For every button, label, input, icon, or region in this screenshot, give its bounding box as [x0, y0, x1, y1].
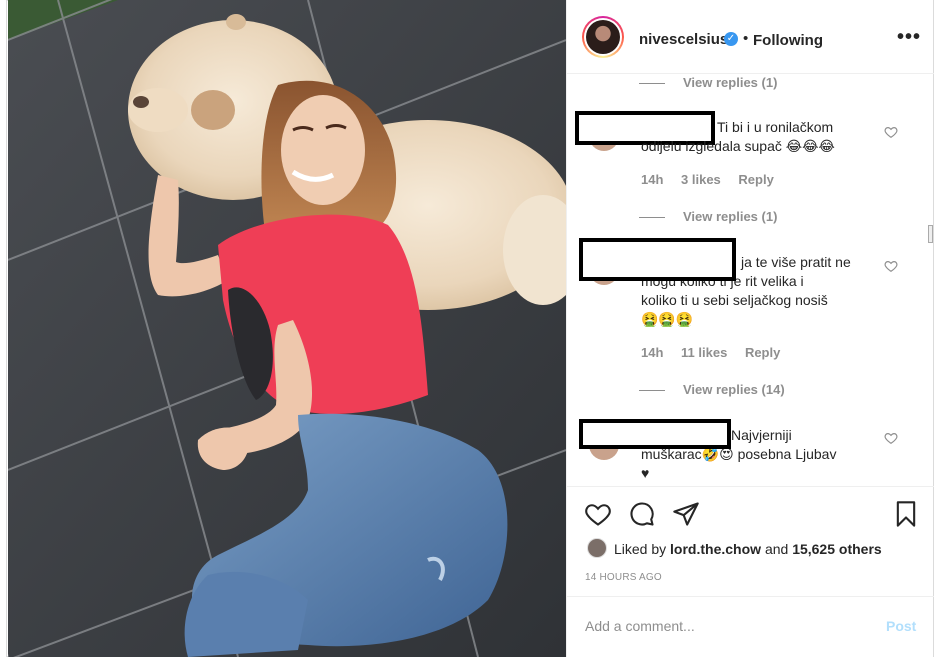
scrollbar-handle[interactable] [928, 225, 933, 243]
liked-by-user[interactable]: lord.the.chow [670, 541, 761, 557]
comment-reply-button[interactable]: Reply [738, 172, 773, 187]
post-photo-illustration [8, 0, 566, 657]
view-replies-link[interactable]: View replies (1) [639, 75, 777, 90]
comment-reply-button[interactable]: Reply [745, 345, 780, 360]
comment-icon[interactable] [628, 500, 656, 528]
heart-icon[interactable] [584, 500, 612, 528]
add-comment-input[interactable] [585, 615, 865, 637]
post-photo[interactable] [8, 0, 566, 657]
redaction-box [579, 419, 731, 449]
liked-by-avatar[interactable] [587, 538, 607, 558]
send-icon[interactable] [672, 500, 700, 528]
view-replies-link[interactable]: View replies (1) [639, 209, 777, 224]
author-username[interactable]: nivescelsius [639, 31, 728, 48]
liked-by-summary[interactable]: Liked by lord.the.chow and 15,625 others [614, 541, 882, 557]
add-comment-bar: Post [567, 596, 934, 657]
post-header: nivescelsius ✓ • Following ••• [567, 0, 934, 74]
post-comment-button[interactable]: Post [886, 618, 916, 634]
comment-like-heart-icon[interactable] [884, 259, 898, 273]
author-avatar[interactable] [582, 16, 624, 58]
more-options-icon[interactable]: ••• [897, 26, 921, 49]
comment-meta: 14h 11 likes Reply [641, 345, 794, 360]
post-timestamp[interactable]: 14 HOURS AGO [585, 572, 662, 583]
liked-by-others[interactable]: 15,625 others [792, 541, 882, 557]
comment-like-heart-icon[interactable] [884, 125, 898, 139]
following-button[interactable]: Following [753, 32, 823, 49]
comment-like-heart-icon[interactable] [884, 431, 898, 445]
bookmark-icon[interactable] [892, 500, 920, 528]
comment-likes[interactable]: 11 likes [681, 345, 727, 360]
post-side-panel: nivescelsius ✓ • Following ••• View repl… [566, 0, 934, 657]
header-separator: • [743, 30, 749, 47]
comment-likes[interactable]: 3 likes [681, 172, 721, 187]
view-replies-link[interactable]: View replies (14) [639, 382, 785, 397]
comment-meta: 14h 3 likes Reply [641, 172, 788, 187]
post-actions: Liked by lord.the.chow and 15,625 others… [567, 486, 934, 596]
redaction-overlay [579, 238, 736, 281]
comment-text: Ti bi i u ronilačkom odijelu izgledala s… [641, 119, 835, 154]
comments-list[interactable]: View replies (1) Ti bi i u ronilačkom od… [567, 75, 934, 486]
verified-badge-icon: ✓ [724, 32, 738, 46]
comment-time: 14h [641, 172, 664, 187]
comment-time: 14h [641, 345, 664, 360]
